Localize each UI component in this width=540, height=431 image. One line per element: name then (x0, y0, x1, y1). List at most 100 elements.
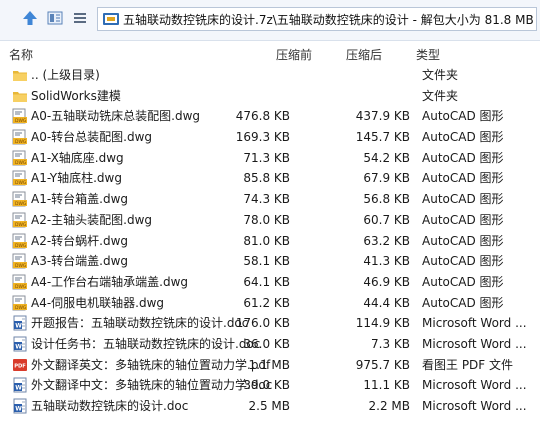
svg-text:DWG: DWG (15, 201, 27, 207)
svg-text:W: W (15, 344, 22, 351)
file-row[interactable]: W 五轴联动数控铣床的设计.doc 2.5 MB 2.2 MB Microsoft Wo… (0, 396, 540, 417)
file-type: Microsoft Word ... (422, 316, 527, 331)
file-name: A4-伺服电机联轴器.dwg (31, 295, 165, 310)
dwg-icon: DWG (12, 212, 28, 228)
file-row[interactable]: DWG A1-Y轴底柱.dwg 85.8 KB 67.9 KB AutoCAD 图形 (0, 168, 540, 189)
file-row[interactable]: DWG A1-X轴底座.dwg 71.3 KB 54.2 KB AutoCAD 图形 (0, 148, 540, 169)
unpacked-size: 44.4 KB (363, 295, 410, 310)
column-unpacked-size[interactable]: 压缩后 (346, 46, 382, 63)
file-row[interactable]: DWG A4-工作台右端轴承端盖.dwg 64.1 KB 46.9 KB AutoCAD… (0, 272, 540, 293)
file-row[interactable]: DWG A3-转台端盖.dwg 58.1 KB 41.3 KB AutoCAD 图形 (0, 251, 540, 272)
unpacked-size: 2.2 MB (368, 399, 410, 413)
unpacked-size: 114.9 KB (355, 316, 410, 331)
file-row[interactable]: DWG A0-五轴联动铣床总装配图.dwg 476.8 KB 437.9 KB Auto… (0, 106, 540, 127)
file-type: AutoCAD 图形 (422, 295, 504, 310)
file-row[interactable]: DWG A2-转台蜗杆.dwg 81.0 KB 63.2 KB AutoCAD 图形 (0, 231, 540, 252)
svg-text:DWG: DWG (15, 305, 27, 311)
packed-size: 476.8 KB (235, 109, 290, 124)
file-name: A1-X轴底座.dwg (31, 150, 124, 165)
packed-size: 64.1 KB (243, 274, 290, 289)
file-name: A0-转台总装配图.dwg (31, 130, 153, 145)
menu-button[interactable] (70, 8, 90, 28)
dwg-icon: DWG (12, 233, 28, 249)
file-type: AutoCAD 图形 (422, 192, 504, 207)
file-type: 文件夹 (422, 88, 459, 103)
file-row[interactable]: DWG A0-转台总装配图.dwg 169.3 KB 145.7 KB AutoCAD … (0, 127, 540, 148)
packed-size: 78.0 KB (243, 212, 290, 227)
packed-size: 74.3 KB (243, 192, 290, 207)
packed-size: 71.3 KB (243, 150, 290, 165)
dwg-icon: DWG (12, 108, 28, 124)
column-name[interactable]: 名称 (9, 46, 33, 63)
file-name: SolidWorks建模 (31, 88, 121, 103)
dwg-icon: DWG (12, 253, 28, 269)
column-type[interactable]: 类型 (416, 46, 440, 63)
file-type: AutoCAD 图形 (422, 274, 504, 289)
file-name: .. (上级目录) (31, 68, 100, 82)
svg-text:DWG: DWG (15, 222, 27, 228)
svg-text:DWG: DWG (15, 243, 27, 249)
view-button[interactable] (45, 8, 65, 28)
packed-size: 85.8 KB (243, 171, 290, 186)
word-doc-icon: W (12, 315, 28, 331)
file-row[interactable]: DWG A2-主轴头装配图.dwg 78.0 KB 60.7 KB AutoCAD 图形 (0, 210, 540, 231)
file-row[interactable]: DWG A1-转台箱盖.dwg 74.3 KB 56.8 KB AutoCAD 图形 (0, 189, 540, 210)
dwg-icon: DWG (12, 191, 28, 207)
toolbar: 五轴联动数控铣床的设计.7z\五轴联动数控铣床的设计 - 解包大小为 81.8 … (0, 0, 540, 41)
word-doc-icon: W (12, 336, 28, 352)
file-name: 设计任务书：五轴联动数控铣床的设计.doc (31, 336, 261, 351)
file-type: AutoCAD 图形 (422, 109, 504, 124)
column-header: 名称 压缩前 压缩后 类型 (0, 41, 540, 64)
file-name: A4-工作台右端轴承端盖.dwg (31, 274, 189, 289)
file-row[interactable]: W 设计任务书：五轴联动数控铣床的设计.doc 36.0 KB 7.3 KB Micro… (0, 334, 540, 355)
file-type: AutoCAD 图形 (422, 233, 504, 248)
packed-size: 58.1 KB (243, 254, 290, 269)
dwg-icon: DWG (12, 129, 28, 145)
file-name: A1-转台箱盖.dwg (31, 192, 129, 207)
file-type: 文件夹 (422, 68, 459, 82)
folder-icon (12, 67, 28, 83)
file-type: Microsoft Word ... (422, 399, 527, 413)
dwg-icon: DWG (12, 295, 28, 311)
file-name: 外文翻译英文：多轴铣床的轴位置动力学.pdf (31, 357, 271, 372)
file-name: 开题报告：五轴联动数控铣床的设计.doc (31, 316, 249, 331)
unpacked-size: 67.9 KB (363, 171, 410, 186)
unpacked-size: 56.8 KB (363, 192, 410, 207)
file-type: AutoCAD 图形 (422, 254, 504, 269)
unpacked-size: 41.3 KB (363, 254, 410, 269)
file-type: AutoCAD 图形 (422, 212, 504, 227)
dwg-icon: DWG (12, 150, 28, 166)
dwg-icon: DWG (12, 170, 28, 186)
unpacked-size: 60.7 KB (363, 212, 410, 227)
file-name: A2-主轴头装配图.dwg (31, 212, 153, 227)
file-row[interactable]: .. (上级目录) 文件夹 (0, 65, 540, 86)
file-type: AutoCAD 图形 (422, 130, 504, 145)
svg-text:W: W (15, 323, 22, 330)
pdf-icon: PDF (12, 357, 28, 373)
file-row[interactable]: SolidWorks建模 文件夹 (0, 86, 540, 107)
file-name: A0-五轴联动铣床总装配图.dwg (31, 109, 201, 124)
packed-size: 176.0 KB (235, 316, 290, 331)
unpacked-size: 7.3 KB (371, 336, 410, 351)
archive-path: 五轴联动数控铣床的设计.7z\五轴联动数控铣床的设计 - 解包大小为 81.8 … (123, 12, 534, 27)
svg-text:DWG: DWG (15, 160, 27, 166)
unpacked-size: 54.2 KB (363, 150, 410, 165)
file-row[interactable]: W 开题报告：五轴联动数控铣床的设计.doc 176.0 KB 114.9 KB Mic… (0, 313, 540, 334)
svg-text:DWG: DWG (15, 180, 27, 186)
packed-size: 2.5 MB (248, 399, 290, 413)
unpacked-size: 46.9 KB (363, 274, 410, 289)
column-packed-size[interactable]: 压缩前 (276, 46, 312, 63)
file-name: 五轴联动数控铣床的设计.doc (31, 399, 189, 413)
file-row[interactable]: DWG A4-伺服电机联轴器.dwg 61.2 KB 44.4 KB AutoCAD 图… (0, 293, 540, 314)
word-doc-icon: W (12, 398, 28, 414)
file-type: Microsoft Word ... (422, 378, 527, 393)
svg-text:DWG: DWG (15, 263, 27, 269)
view-grid-icon (45, 8, 65, 28)
file-name: A3-转台端盖.dwg (31, 254, 129, 269)
up-folder-button[interactable] (20, 8, 40, 28)
file-row[interactable]: PDF 外文翻译英文：多轴铣床的轴位置动力学.pdf 1.1 MB 975.7 KB 看… (0, 355, 540, 376)
file-type: AutoCAD 图形 (422, 150, 504, 165)
unpacked-size: 11.1 KB (363, 378, 410, 393)
address-bar[interactable]: 五轴联动数控铣床的设计.7z\五轴联动数控铣床的设计 - 解包大小为 81.8 … (97, 7, 537, 31)
file-row[interactable]: W 外文翻译中文：多轴铣床的轴位置动力学.doc 39.0 KB 11.1 KB Mic… (0, 375, 540, 396)
